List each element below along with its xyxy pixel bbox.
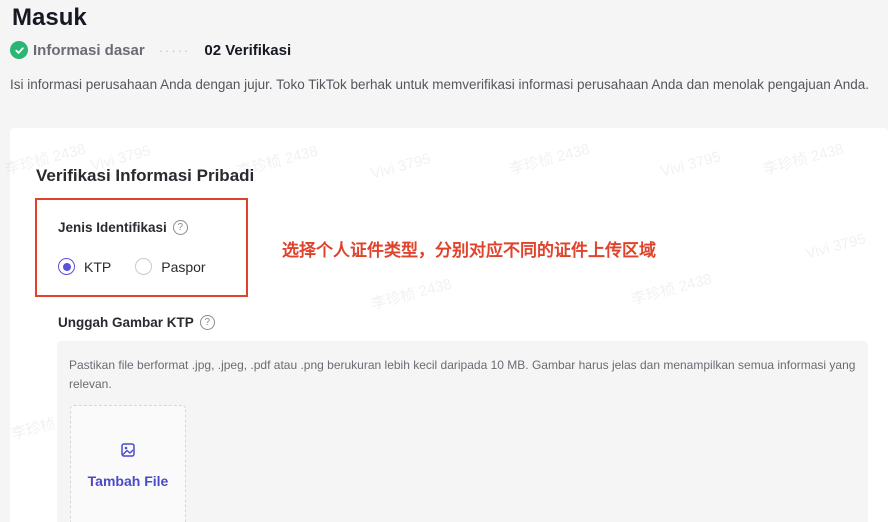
id-type-radio-group: KTP Paspor <box>58 258 230 275</box>
annotation-highlight-box <box>35 198 248 297</box>
verification-card: 李珍桢 2438 Vivi 3795 李珍桢 2438 Vivi 3795 李珍… <box>3 128 888 522</box>
intro-text: Isi informasi perusahaan Anda dengan juj… <box>10 77 870 92</box>
radio-label-ktp: KTP <box>84 258 112 275</box>
radio-button-checked[interactable] <box>58 258 75 275</box>
check-circle-icon <box>10 41 28 59</box>
watermark: Vivi 3795 <box>368 150 433 183</box>
id-type-label-text: Jenis Identifikasi <box>58 220 167 235</box>
help-icon[interactable]: ? <box>172 220 188 235</box>
upload-panel: Pastikan file berformat .jpg, .jpeg, .pd… <box>57 341 868 522</box>
page-title: Masuk <box>12 4 87 31</box>
watermark: 李珍桢 2438 <box>369 275 454 314</box>
step-verification: 02 Verifikasi <box>204 41 292 59</box>
watermark: 李珍桢 2438 <box>507 140 592 179</box>
watermark: 李珍桢 2438 <box>629 270 714 309</box>
step-basic-info: Informasi dasar <box>33 41 145 59</box>
upload-hint: Pastikan file berformat .jpg, .jpeg, .pd… <box>69 358 856 391</box>
step-separator: ····· <box>158 42 191 58</box>
add-file-label: Tambah File <box>87 472 169 489</box>
radio-option-paspor[interactable]: Paspor <box>135 258 206 275</box>
radio-label-paspor: Paspor <box>161 258 206 275</box>
section-title: Verifikasi Informasi Pribadi <box>36 166 255 185</box>
upload-label-text: Unggah Gambar KTP <box>58 315 194 330</box>
annotation-note: 选择个人证件类型，分别对应不同的证件上传区域 <box>282 241 656 260</box>
id-type-label: Jenis Identifikasi ? <box>58 220 188 235</box>
progress-steps: Informasi dasar ····· 02 Verifikasi <box>10 40 291 60</box>
radio-option-ktp[interactable]: KTP <box>58 258 111 275</box>
upload-label: Unggah Gambar KTP ? <box>58 315 215 330</box>
add-file-button[interactable]: Tambah File <box>70 405 186 522</box>
help-icon[interactable]: ? <box>199 315 215 330</box>
radio-button[interactable] <box>135 258 153 275</box>
watermark: 李珍桢 2438 <box>761 140 846 179</box>
image-icon <box>120 442 136 463</box>
watermark: Vivi 3795 <box>803 230 868 263</box>
watermark: Vivi 3795 <box>658 148 723 181</box>
